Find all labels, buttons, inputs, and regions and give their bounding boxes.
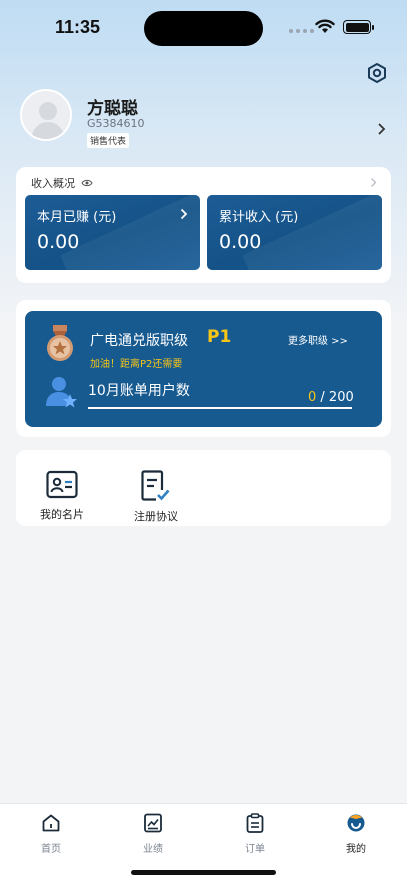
performance-chart-icon: [144, 813, 162, 833]
tab-performance-label: 业绩: [143, 844, 163, 855]
month-earned-tile[interactable]: 本月已赚 (元) 0.00: [25, 195, 200, 270]
month-earned-chevron-icon: [180, 208, 188, 220]
more-ranks-link[interactable]: 更多职级 >>: [288, 332, 348, 347]
tab-home-label: 首页: [41, 844, 61, 855]
agreement-check-icon: [141, 470, 170, 501]
rank-title: 广电通兑版职级: [90, 333, 188, 349]
tab-orders[interactable]: 订单: [225, 813, 285, 855]
eye-icon[interactable]: [81, 179, 93, 187]
profile-face-icon: [347, 814, 365, 832]
clipboard-icon: [246, 813, 264, 833]
profile-chevron-right-icon[interactable]: [377, 122, 387, 136]
rank-panel: 广电通兑版职级 P1 更多职级 >> 加油！距离P2还需要 10月账单用户数 0…: [25, 311, 382, 427]
wifi-icon: [315, 19, 335, 33]
rank-card: 广电通兑版职级 P1 更多职级 >> 加油！距离P2还需要 10月账单用户数 0…: [16, 300, 391, 437]
id-card-icon: [46, 470, 78, 499]
month-earned-label: 本月已赚 (元): [37, 210, 117, 225]
user-star-icon: [46, 377, 77, 408]
role-badge: 销售代表: [87, 133, 130, 148]
income-overview-card: 收入概况 本月已赚 (元) 0.00 累计收入 (元) 0.00: [16, 167, 391, 283]
progress-bar: [88, 407, 352, 409]
rank-hint: 加油！距离P2还需要: [90, 359, 183, 370]
cellular-signal-icon: [289, 29, 314, 33]
shortcuts-card: 我的名片 注册协议: [16, 450, 391, 526]
tab-home[interactable]: 首页: [21, 813, 81, 855]
registration-agreement-shortcut[interactable]: 注册协议: [116, 470, 196, 524]
total-income-tile: 累计收入 (元) 0.00: [207, 195, 382, 270]
month-earned-value: 0.00: [37, 231, 80, 253]
settings-hexagon-icon[interactable]: [366, 62, 388, 84]
home-indicator: [131, 870, 276, 875]
user-name: 方聪聪: [87, 99, 138, 119]
progress-total: / 200: [320, 390, 354, 405]
progress-text: 0 / 200: [308, 390, 354, 405]
business-card-label: 我的名片: [40, 508, 84, 521]
income-title: 收入概况: [31, 175, 93, 191]
progress-current: 0: [308, 390, 317, 405]
billing-users-label: 10月账单用户数: [88, 383, 190, 399]
avatar[interactable]: [20, 89, 72, 141]
business-card-shortcut[interactable]: 我的名片: [22, 470, 102, 522]
tab-orders-label: 订单: [245, 844, 265, 855]
bronze-medal-icon: [47, 325, 73, 361]
status-bar: 11:35: [0, 0, 407, 56]
registration-agreement-label: 注册协议: [134, 510, 178, 523]
battery-icon: [343, 20, 374, 34]
dynamic-island: [144, 11, 263, 46]
user-id: G5384610: [87, 117, 145, 130]
status-time: 11:35: [55, 17, 101, 37]
tab-performance[interactable]: 业绩: [123, 813, 183, 855]
rank-level: P1: [207, 327, 232, 347]
income-title-label: 收入概况: [31, 177, 75, 190]
tab-profile-label: 我的: [346, 844, 366, 855]
income-chevron-right-icon[interactable]: [370, 177, 377, 188]
home-icon: [42, 814, 60, 832]
total-income-value: 0.00: [219, 231, 262, 253]
total-income-label: 累计收入 (元): [219, 210, 299, 225]
tab-profile[interactable]: 我的: [326, 813, 386, 855]
